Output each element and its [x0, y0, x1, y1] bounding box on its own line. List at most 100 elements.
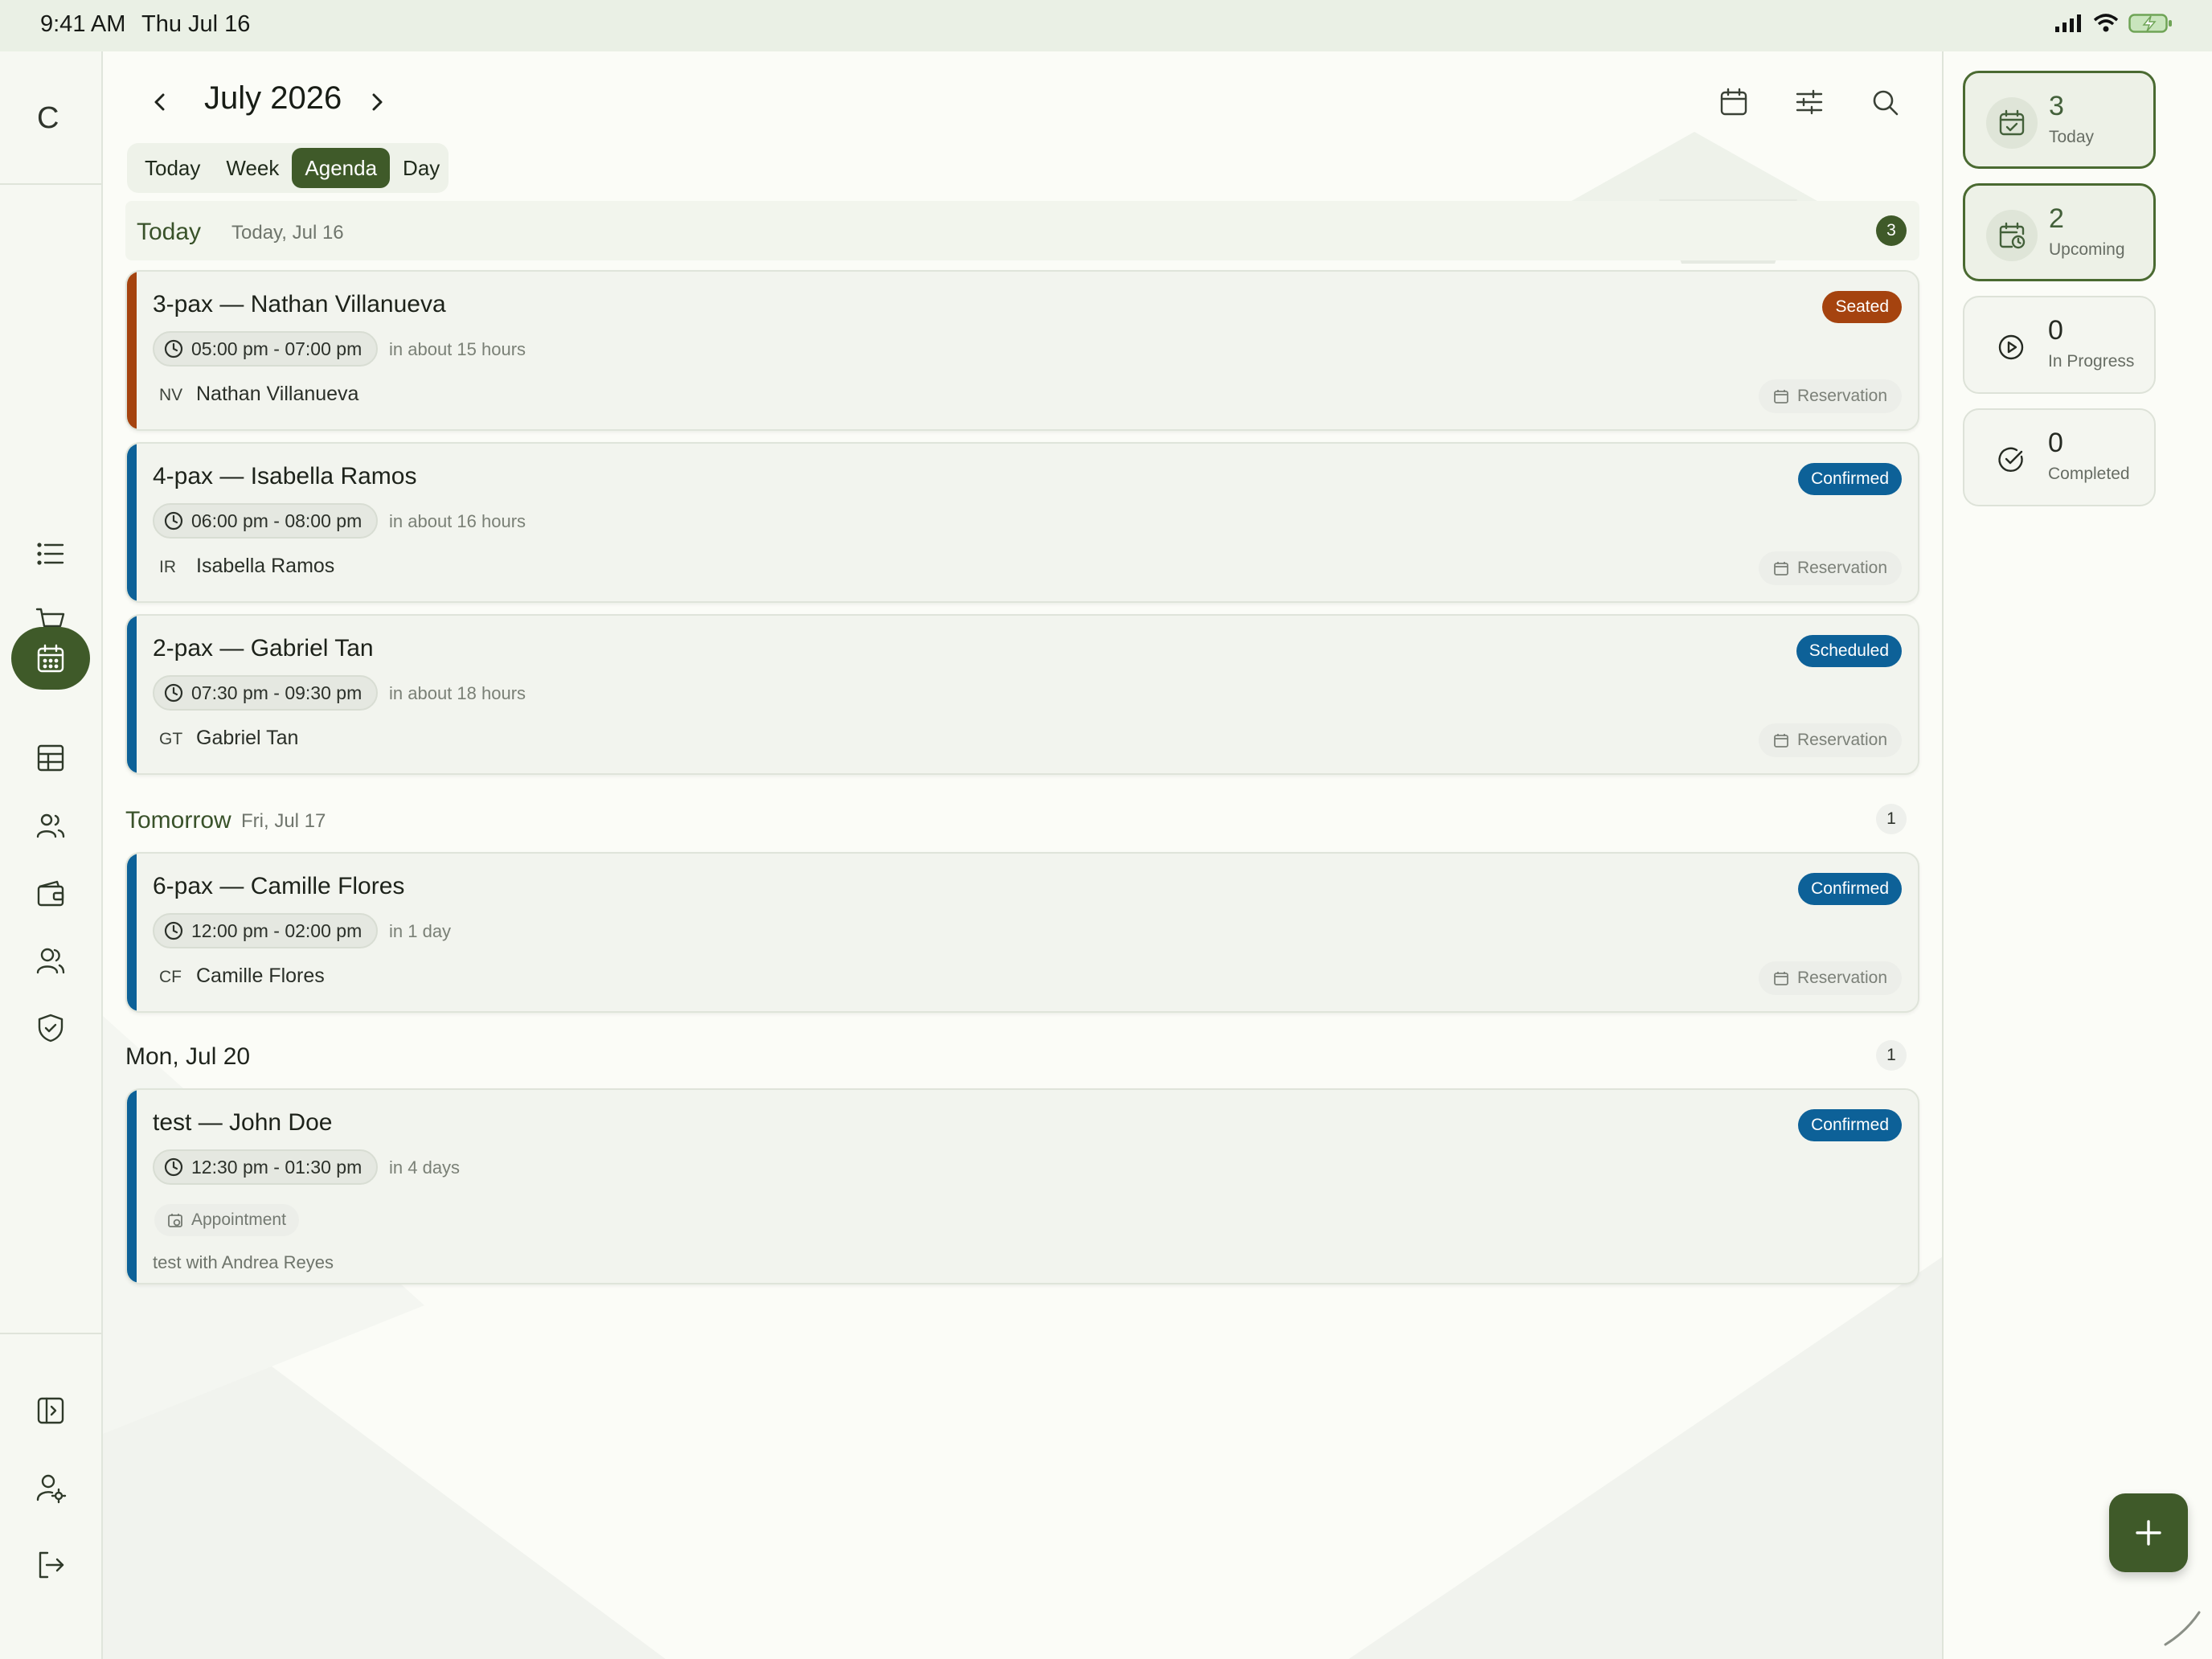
sidebar-item-customers[interactable]	[11, 794, 90, 857]
relative-time: in 1 day	[389, 921, 452, 941]
view-switcher: Today Week Agenda Day	[127, 143, 449, 193]
date-picker-button[interactable]	[1710, 79, 1757, 125]
battery-icon	[2128, 14, 2172, 33]
summary-label: Today	[2049, 128, 2095, 146]
event-card[interactable]: 3-pax — Nathan Villanueva Seated 05:00 p…	[125, 270, 1919, 431]
avatar-initials: CF	[159, 968, 182, 986]
status-bar: 9:41 AM Thu Jul 16	[0, 0, 2212, 51]
tab-day[interactable]: Day	[390, 148, 453, 188]
event-card[interactable]: 4-pax — Isabella Ramos Confirmed 06:00 p…	[125, 442, 1919, 603]
event-title: test — John Doe	[153, 1109, 333, 1136]
sidebar-item-security[interactable]	[11, 997, 90, 1059]
filter-button[interactable]	[1786, 79, 1833, 125]
sidebar-account-button[interactable]	[11, 1456, 90, 1519]
event-title: 6-pax — Camille Flores	[153, 873, 405, 899]
summary-count: 0	[2048, 315, 2063, 346]
status-badge: Confirmed	[1798, 873, 1902, 905]
time-range-pill: 12:00 pm - 02:00 pm	[153, 913, 379, 948]
sidebar-item-list[interactable]	[11, 522, 90, 585]
search-icon	[1873, 90, 1899, 116]
clock-icon	[164, 683, 183, 703]
status-accent-bar	[127, 1090, 137, 1283]
check-circle-icon	[1998, 447, 2023, 473]
summary-label: Upcoming	[2049, 240, 2125, 259]
section-title: Tomorrow	[125, 807, 231, 834]
status-date: Thu Jul 16	[141, 11, 251, 37]
section-count-badge: 1	[1876, 1040, 1907, 1071]
event-type: Reservation	[1796, 559, 1887, 577]
summary-card-in-progress[interactable]: 0 In Progress	[1963, 296, 2156, 394]
expand-panel-icon	[37, 1397, 64, 1424]
appointment-label: Appointment	[191, 1210, 286, 1229]
chevron-left-icon	[154, 93, 165, 111]
summary-count: 0	[2048, 428, 2063, 458]
section-title: Today	[137, 219, 202, 245]
event-card[interactable]: 6-pax — Camille Flores Confirmed 12:00 p…	[125, 852, 1919, 1013]
time-range-pill: 05:00 pm - 07:00 pm	[153, 331, 379, 367]
customer-name: Isabella Ramos	[196, 555, 335, 577]
avatar-initials: NV	[159, 386, 183, 404]
status-icons	[2054, 13, 2173, 34]
event-type: Reservation	[1796, 731, 1887, 749]
user-settings-icon	[36, 1474, 67, 1504]
calendar-clock-icon	[1999, 222, 2026, 249]
section-title: Mon, Jul 20	[125, 1043, 251, 1070]
summary-icon-wrap	[1986, 97, 2038, 149]
summary-label: In Progress	[2048, 352, 2135, 371]
summary-count: 3	[2049, 91, 2064, 121]
event-type: Reservation	[1796, 387, 1887, 405]
customer-name: Nathan Villanueva	[196, 383, 359, 405]
time-range: 12:00 pm - 02:00 pm	[191, 920, 363, 941]
status-accent-bar	[127, 272, 137, 429]
tab-agenda[interactable]: Agenda	[292, 148, 391, 188]
brand-logo[interactable]: C	[0, 51, 101, 185]
calendar-check-icon	[1999, 109, 2025, 136]
summary-panel: 3 Today 2 Upcoming 0 In Progress 0 Compl…	[1942, 51, 2212, 1659]
event-title: 4-pax — Isabella Ramos	[153, 463, 417, 490]
clock-icon	[164, 339, 183, 358]
sidebar-item-staff[interactable]	[11, 929, 90, 992]
sidebar-divider	[0, 1333, 101, 1334]
relative-time: in about 15 hours	[389, 339, 526, 359]
event-type-pill: Reservation	[1758, 961, 1902, 995]
status-badge: Seated	[1822, 291, 1902, 323]
previous-month-button[interactable]	[138, 80, 182, 124]
sidebar: C	[0, 51, 103, 1659]
list-icon	[37, 543, 64, 565]
calendar-icon	[1774, 562, 1788, 576]
summary-card-upcoming[interactable]: 2 Upcoming	[1963, 183, 2156, 281]
tab-today[interactable]: Today	[132, 148, 213, 188]
staff-icon	[36, 948, 65, 974]
event-title: 3-pax — Nathan Villanueva	[153, 291, 446, 317]
appointment-pill: Appointment	[154, 1204, 299, 1236]
search-button[interactable]	[1862, 79, 1908, 125]
status-badge: Confirmed	[1798, 1109, 1902, 1141]
next-month-button[interactable]	[355, 80, 399, 124]
event-title: 2-pax — Gabriel Tan	[153, 635, 374, 662]
brand-letter: C	[37, 101, 59, 135]
summary-card-completed[interactable]: 0 Completed	[1963, 408, 2156, 506]
wallet-icon	[37, 880, 64, 907]
plus-icon	[2136, 1520, 2161, 1546]
summary-card-today[interactable]: 3 Today	[1963, 71, 2156, 169]
sidebar-expand-button[interactable]	[11, 1379, 90, 1442]
calendar-icon	[1774, 972, 1788, 985]
section-count-badge: 3	[1876, 215, 1907, 246]
summary-icon-wrap	[1985, 434, 2037, 485]
event-type-pill: Reservation	[1758, 723, 1902, 757]
logout-button[interactable]	[11, 1534, 90, 1596]
sidebar-item-payments[interactable]	[11, 862, 90, 924]
add-booking-button[interactable]	[2109, 1493, 2188, 1572]
avatar-initials: GT	[159, 730, 183, 748]
month-title: July 2026	[204, 80, 342, 116]
summary-label: Completed	[2048, 465, 2130, 483]
wifi-icon	[2093, 14, 2119, 32]
tab-week[interactable]: Week	[213, 148, 292, 188]
sidebar-item-calendar[interactable]	[11, 627, 90, 690]
sidebar-item-tables[interactable]	[11, 727, 90, 789]
logout-icon	[39, 1551, 64, 1579]
event-type-pill: Reservation	[1758, 551, 1902, 585]
summary-icon-wrap	[1985, 322, 2037, 373]
event-card[interactable]: 2-pax — Gabriel Tan Scheduled 07:30 pm -…	[125, 614, 1919, 775]
event-card[interactable]: test — John Doe Confirmed 12:30 pm - 01:…	[125, 1088, 1919, 1284]
